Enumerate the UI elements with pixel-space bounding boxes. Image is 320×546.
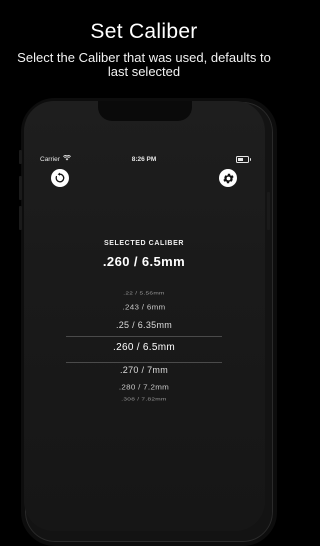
picker-item[interactable]: .280 / 7.2mm (66, 384, 222, 392)
picker-item[interactable]: .22 / 5.56mm (66, 291, 222, 296)
battery-icon (236, 156, 251, 163)
reset-button[interactable] (51, 169, 69, 187)
picker-item[interactable]: .270 / 7mm (66, 365, 222, 375)
picker-item[interactable]: .308 / 7.82mm (66, 397, 222, 402)
picker-item[interactable]: .243 / 6mm (66, 304, 222, 312)
phone-power-button (267, 192, 270, 230)
phone-volume-up (19, 176, 22, 200)
phone-notch (98, 101, 192, 121)
picker-item-selected[interactable]: .260 / 6.5mm (66, 342, 222, 353)
picker-item[interactable]: .25 / 6.35mm (66, 320, 222, 330)
settings-button[interactable] (219, 169, 237, 187)
selected-caliber-label: SELECTED CALIBER (104, 240, 184, 247)
reset-icon (55, 172, 65, 183)
selected-caliber-value: .260 / 6.5mm (102, 254, 186, 269)
page-title: Set Caliber (90, 20, 198, 43)
phone-volume-down (19, 206, 22, 230)
page-subtitle: Select the Caliber that was used, defaul… (17, 50, 271, 79)
caliber-picker[interactable]: .22 / 5.56mm .243 / 6mm .25 / 6.35mm .26… (66, 286, 222, 408)
gear-icon (222, 173, 234, 183)
status-bar: Carrier 8:26 PM (0, 154, 288, 166)
